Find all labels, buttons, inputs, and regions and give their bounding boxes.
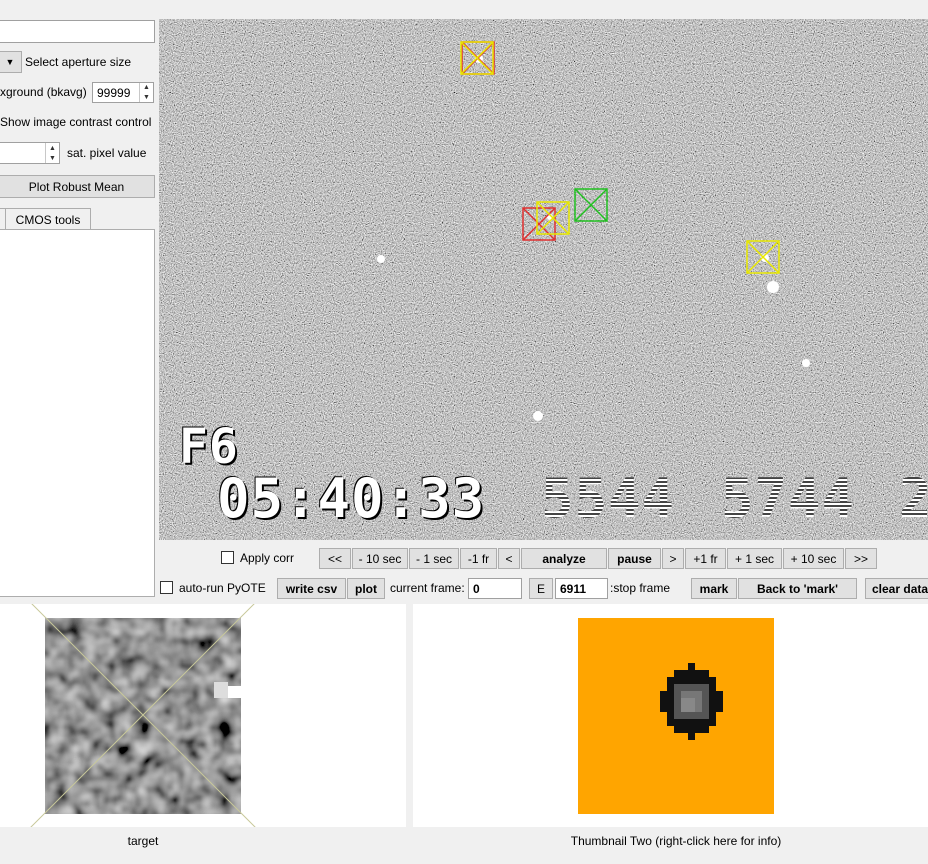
auto-run-pyote-checkbox[interactable] xyxy=(160,581,173,594)
star xyxy=(533,411,543,421)
thumbnail-two-label: Thumbnail Two (right-click here for info… xyxy=(570,834,782,848)
plot-button[interactable]: plot xyxy=(347,578,385,599)
clear-data-button[interactable]: clear data xyxy=(865,578,928,599)
apply-corr-checkbox[interactable] xyxy=(221,551,234,564)
forward-1-sec-button[interactable]: + 1 sec xyxy=(727,548,782,569)
sat-pixel-label: sat. pixel value xyxy=(67,146,147,160)
auto-run-pyote-label: auto-run PyOTE xyxy=(179,581,266,595)
spin-arrows-icon[interactable]: ▲ ▼ xyxy=(139,83,153,102)
spin-arrows-icon[interactable]: ▲ ▼ xyxy=(45,143,59,163)
thumbnail-two-image xyxy=(578,618,774,814)
noise-background xyxy=(159,19,928,540)
forward-1-frame-button[interactable]: +1 fr xyxy=(685,548,726,569)
background-spinbox[interactable]: 99999 ▲ ▼ xyxy=(92,82,154,103)
apply-corr-label: Apply corr xyxy=(240,551,295,565)
main-video-frame[interactable]: F6 05:40:33 5544 5744 2 xyxy=(159,19,928,540)
tab-cmos-tools[interactable]: CMOS tools xyxy=(5,208,91,230)
thumbnail-one-label: target xyxy=(127,834,159,848)
aperture-size-label: Select aperture size xyxy=(25,55,132,69)
e-button[interactable]: E xyxy=(529,578,553,599)
background-value: 99999 xyxy=(97,85,131,100)
back-1-frame-button[interactable]: -1 fr xyxy=(460,548,497,569)
frame-counter-3: 2 xyxy=(899,467,928,530)
mark-button[interactable]: mark xyxy=(691,578,737,599)
back-to-mark-button[interactable]: Back to 'mark' xyxy=(738,578,857,599)
back-1-sec-button[interactable]: - 1 sec xyxy=(409,548,459,569)
current-frame-input[interactable]: 0 xyxy=(468,578,522,599)
frame-counter-1: 5544 xyxy=(541,467,676,530)
stop-frame-input[interactable]: 6911 xyxy=(555,578,608,599)
thumbnail-one-panel[interactable] xyxy=(0,604,406,827)
thumbnail-two-panel[interactable] xyxy=(413,604,928,827)
stop-frame-label: :stop frame xyxy=(610,581,671,595)
timestamp-overlay: 05:40:33 xyxy=(217,467,486,530)
sat-pixel-spinbox[interactable]: ▲ ▼ xyxy=(0,142,60,164)
step-back-button[interactable]: < xyxy=(498,548,520,569)
background-label: xground (bkavg) xyxy=(0,85,87,99)
aperture-size-dropdown[interactable]: ▼ xyxy=(0,51,22,73)
star-field xyxy=(159,19,928,540)
back-10-sec-button[interactable]: - 10 sec xyxy=(352,548,408,569)
star xyxy=(767,281,779,293)
star xyxy=(377,255,385,263)
thumbnail-one-image xyxy=(30,604,256,827)
forward-10-sec-button[interactable]: + 10 sec xyxy=(783,548,844,569)
frame-counter-2: 5744 xyxy=(721,467,856,530)
tab-content-panel xyxy=(0,229,155,597)
rewind-fast-button[interactable]: << xyxy=(319,548,351,569)
pause-button[interactable]: pause xyxy=(608,548,661,569)
forward-fast-button[interactable]: >> xyxy=(845,548,877,569)
top-text-field[interactable] xyxy=(0,20,155,43)
contrast-control-label[interactable]: Show image contrast control xyxy=(0,115,151,129)
analyze-button[interactable]: analyze xyxy=(521,548,607,569)
chevron-down-icon: ▼ xyxy=(5,57,15,67)
star xyxy=(802,359,810,367)
plot-robust-mean-button[interactable]: Plot Robust Mean xyxy=(0,175,155,198)
write-csv-button[interactable]: write csv xyxy=(277,578,346,599)
current-frame-label: current frame: xyxy=(390,581,465,595)
step-forward-button[interactable]: > xyxy=(662,548,684,569)
